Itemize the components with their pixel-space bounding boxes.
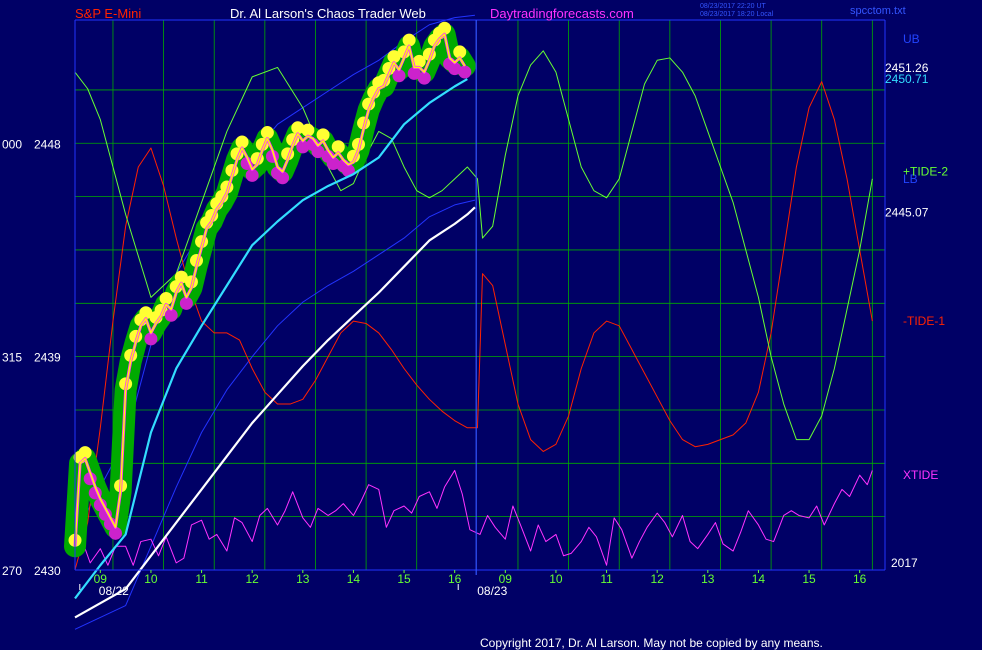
price-glow bbox=[64, 23, 476, 558]
price-value-label: 2450.71 bbox=[885, 72, 929, 86]
chart-series bbox=[64, 14, 873, 630]
copyright-notice: Copyright 2017, Dr. Al Larson. May not b… bbox=[480, 636, 823, 650]
data-file-name: spcctom.txt bbox=[850, 5, 906, 17]
xtide-label: XTIDE bbox=[903, 468, 938, 482]
price-chart: 270 2430315 2439000 244809 10 11 12 13 14 15 16 09 1… bbox=[2, 14, 948, 630]
date-label: 08/22 bbox=[99, 584, 129, 598]
UB-label: UB bbox=[903, 32, 920, 46]
local-timestamp: 08/23/2017 18:20 Local bbox=[700, 11, 774, 18]
tide-minus-label: -TIDE-1 bbox=[903, 314, 945, 328]
date-label: 08/23 bbox=[477, 584, 507, 598]
x-tick-label: 14 bbox=[752, 572, 766, 586]
utc-timestamp: 08/23/2017 22:20 UT bbox=[700, 3, 766, 10]
price-value-label: 2445.07 bbox=[885, 206, 929, 220]
x-tick-label: 15 bbox=[397, 572, 411, 586]
symbol-title: S&P E-Mini bbox=[75, 6, 142, 21]
x-tick-label: 14 bbox=[347, 572, 361, 586]
upper-band-line bbox=[74, 14, 475, 535]
x-tick-label: 16 bbox=[853, 572, 867, 586]
x-tick-label: 15 bbox=[802, 572, 816, 586]
x-tick-label: 12 bbox=[651, 572, 665, 586]
x-tick-label: 10 bbox=[144, 572, 158, 586]
price-line bbox=[74, 33, 466, 547]
y-tick-left-code: 315 bbox=[2, 351, 22, 365]
x-tick-label: 16 bbox=[448, 572, 462, 586]
xtide-line bbox=[74, 469, 873, 566]
site-title: Dr. Al Larson's Chaos Trader Web bbox=[230, 6, 426, 21]
x-tick-label: 13 bbox=[296, 572, 310, 586]
site-url-link[interactable]: Daytradingforecasts.com bbox=[490, 6, 634, 21]
year-label: 2017 bbox=[891, 556, 918, 570]
y-tick-label: 2448 bbox=[34, 137, 61, 151]
y-tick-label: 2430 bbox=[34, 564, 61, 578]
x-tick-label: 13 bbox=[701, 572, 715, 586]
x-tick-label: 10 bbox=[549, 572, 563, 586]
y-tick-left-code: 000 bbox=[2, 137, 22, 151]
y-tick-left-code: 270 bbox=[2, 564, 22, 578]
price-wick-line bbox=[73, 32, 467, 547]
x-tick-label: 11 bbox=[195, 572, 208, 586]
x-tick-label: 12 bbox=[246, 572, 260, 586]
x-tick-label: 11 bbox=[600, 572, 613, 586]
price-point bbox=[458, 65, 472, 79]
tide-plus-label: +TIDE-2 bbox=[903, 165, 948, 179]
y-tick-label: 2439 bbox=[34, 351, 61, 365]
